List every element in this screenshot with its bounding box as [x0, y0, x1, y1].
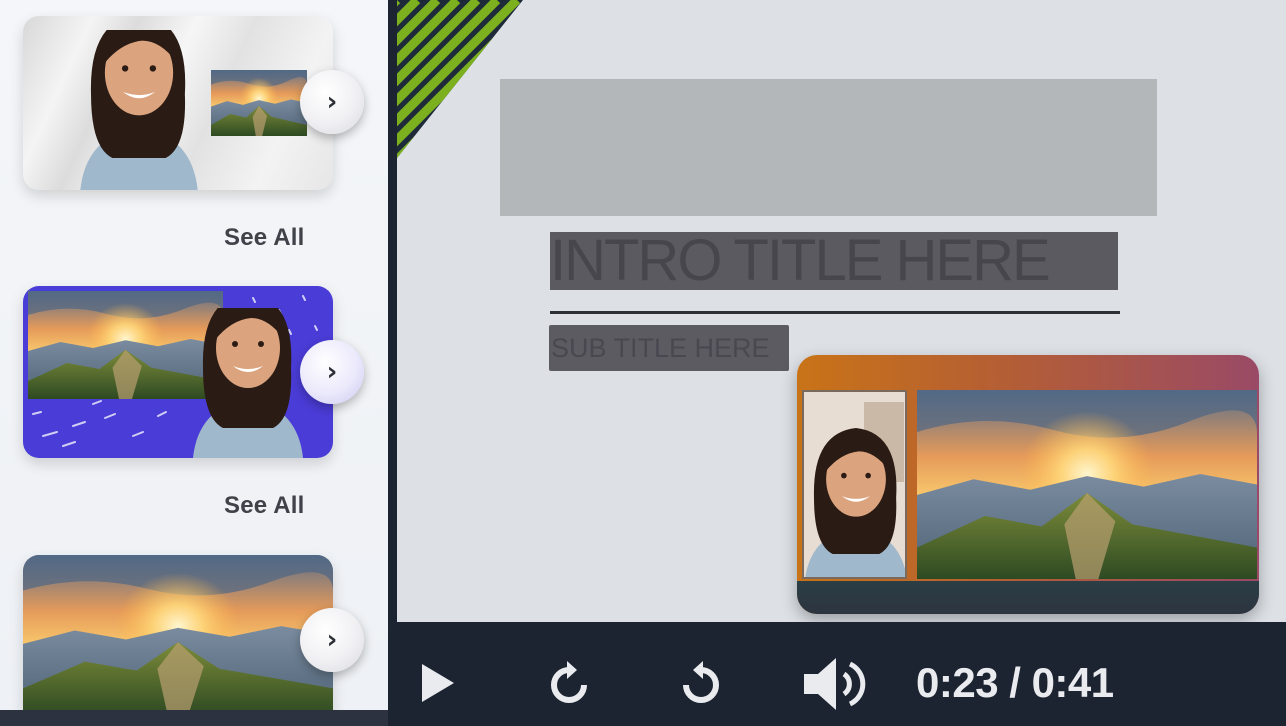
landscape-picture-image: [23, 555, 333, 710]
webcam-person-image: [80, 30, 198, 190]
chevron-right-icon: ›: [326, 357, 338, 387]
template-card-picture-webcam[interactable]: [23, 286, 333, 458]
sub-title-text[interactable]: SUB TITLE HERE: [549, 325, 789, 371]
time-display: 0:23 / 0:41: [916, 659, 1114, 706]
next-button-card-2[interactable]: ›: [300, 340, 364, 404]
sidebar-bottom-strip: [0, 710, 388, 726]
player-controls: 0:23 / 0:41: [388, 622, 1286, 726]
see-all-link[interactable]: See All: [224, 492, 305, 520]
preview-stage[interactable]: INTRO TITLE HERE SUB TITLE HERE: [397, 0, 1286, 622]
volume-icon: [804, 658, 866, 710]
see-all-link[interactable]: See All: [224, 224, 305, 252]
rewind-button[interactable]: [546, 660, 592, 706]
chevron-right-icon: ›: [326, 87, 338, 117]
landscape-thumbnail-image: [211, 70, 307, 136]
title-placeholder-block[interactable]: [500, 79, 1157, 216]
intro-title-text[interactable]: INTRO TITLE HERE: [550, 232, 1118, 290]
title-underline: [550, 311, 1120, 314]
play-icon: [422, 664, 454, 702]
picture-in-picture-frame[interactable]: [797, 355, 1259, 614]
replay-icon: [551, 661, 587, 703]
picture-feed: [917, 390, 1257, 579]
sidebar-divider: [388, 0, 397, 726]
webcam-feed: [802, 390, 907, 579]
frame-bottom-band: [797, 581, 1259, 614]
forward-button[interactable]: [678, 660, 724, 706]
template-card-webcam-pip[interactable]: [23, 16, 333, 190]
forward-icon: [683, 661, 719, 703]
volume-button[interactable]: [801, 654, 877, 714]
next-button-card-1[interactable]: ›: [300, 70, 364, 134]
webcam-person-image: [804, 392, 905, 577]
template-card-full-picture[interactable]: [23, 555, 333, 710]
play-button[interactable]: [418, 660, 458, 706]
webcam-person-image: [193, 308, 303, 458]
chevron-right-icon: ›: [326, 625, 338, 655]
template-sidebar: › See All › See All ›: [0, 0, 388, 710]
landscape-picture-image: [917, 390, 1257, 579]
next-button-card-3[interactable]: ›: [300, 608, 364, 672]
